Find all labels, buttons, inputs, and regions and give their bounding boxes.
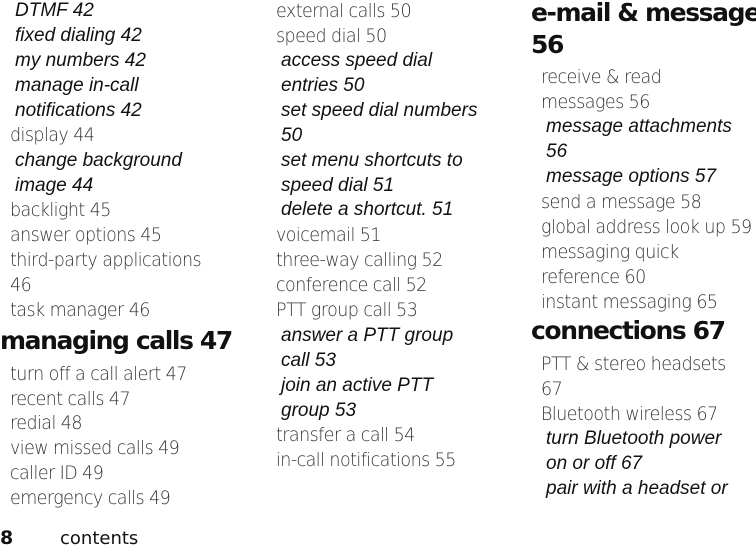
toc-heading: e-mail & messages <box>531 0 756 27</box>
toc-subentry: image 44 <box>15 175 94 196</box>
toc-subentry: turn Bluetooth power <box>546 428 722 449</box>
toc-entry: answer options 45 <box>10 224 162 246</box>
toc-entry: emergency calls 49 <box>10 487 171 509</box>
toc-entry: receive & read <box>541 66 662 88</box>
toc-entry: 67 <box>541 378 563 400</box>
toc-entry: external calls 50 <box>276 0 412 22</box>
toc-entry: recent calls 47 <box>10 388 131 410</box>
toc-subentry: 56 <box>546 141 568 162</box>
toc-heading: managing calls 47 <box>0 326 233 355</box>
section-label: contents <box>60 528 139 549</box>
toc-subentry: group 53 <box>281 400 357 421</box>
toc-entry: view missed calls 49 <box>10 437 180 459</box>
toc-entry: turn off a call alert 47 <box>10 363 187 385</box>
toc-subentry: access speed dial <box>281 50 433 71</box>
toc-entry: PTT group call 53 <box>276 299 418 321</box>
toc-subentry: pair with a headset or <box>546 478 728 499</box>
toc-subentry: delete a shortcut. 51 <box>281 199 454 220</box>
toc-entry: display 44 <box>10 124 95 146</box>
toc-entry: instant messaging 65 <box>541 291 718 313</box>
toc-entry: in-call notifications 55 <box>276 449 456 471</box>
toc-subentry: message options 57 <box>546 166 717 187</box>
toc-subentry: change background <box>15 150 182 171</box>
toc-subentry: 50 <box>281 125 303 146</box>
toc-entry: messaging quick <box>541 241 679 263</box>
toc-subentry: on or off 67 <box>546 453 643 474</box>
toc-entry: Bluetooth wireless 67 <box>541 403 718 425</box>
toc-entry: conference call 52 <box>276 274 427 296</box>
toc-heading: connections 67 <box>531 316 726 345</box>
toc-entry: 46 <box>10 274 32 296</box>
toc-entry: messages 56 <box>541 91 650 113</box>
toc-subentry: set speed dial numbers <box>281 100 478 121</box>
page-number: 8 <box>0 527 14 549</box>
toc-subentry: DTMF 42 <box>15 0 94 21</box>
toc-subentry: notifications 42 <box>15 100 142 121</box>
toc-entry: voicemail 51 <box>276 224 381 246</box>
toc-subentry: entries 50 <box>281 75 365 96</box>
toc-column-3: e-mail & messages 56 receive & read message… <box>521 0 756 520</box>
toc-subentry: answer a PTT group <box>281 325 454 346</box>
toc-subentry: set menu shortcuts to <box>281 150 463 171</box>
toc-entry: speed dial 50 <box>276 25 387 47</box>
toc-heading: 56 <box>531 30 564 59</box>
toc-entry: reference 60 <box>541 266 646 288</box>
toc-entry: transfer a call 54 <box>276 424 415 446</box>
toc-entry: backlight 45 <box>10 199 111 221</box>
toc-entry: PTT & stereo headsets <box>541 353 726 375</box>
toc-subentry: speed dial 51 <box>281 175 395 196</box>
toc-column-1: DTMF 42 fixed dialing 42 my numbers 42 mana… <box>0 0 260 520</box>
toc-entry: global address look up 59 <box>541 216 752 238</box>
toc-entry: redial 48 <box>10 412 82 434</box>
toc-entry: caller ID 49 <box>10 462 104 484</box>
toc-subentry: manage in-call <box>15 75 139 96</box>
toc-column-2: external calls 50 speed dial 50 access spe… <box>266 0 516 520</box>
toc-subentry: join an active PTT <box>281 375 434 396</box>
toc-subentry: call 53 <box>281 350 336 371</box>
toc-subentry: message attachments <box>546 116 732 137</box>
toc-entry: send a message 58 <box>541 191 702 213</box>
toc-entry: task manager 46 <box>10 299 150 321</box>
toc-entry: three-way calling 52 <box>276 249 443 271</box>
toc-subentry: my numbers 42 <box>15 50 146 71</box>
toc-subentry: fixed dialing 42 <box>15 25 142 46</box>
toc-entry: third-party applications <box>10 249 202 271</box>
